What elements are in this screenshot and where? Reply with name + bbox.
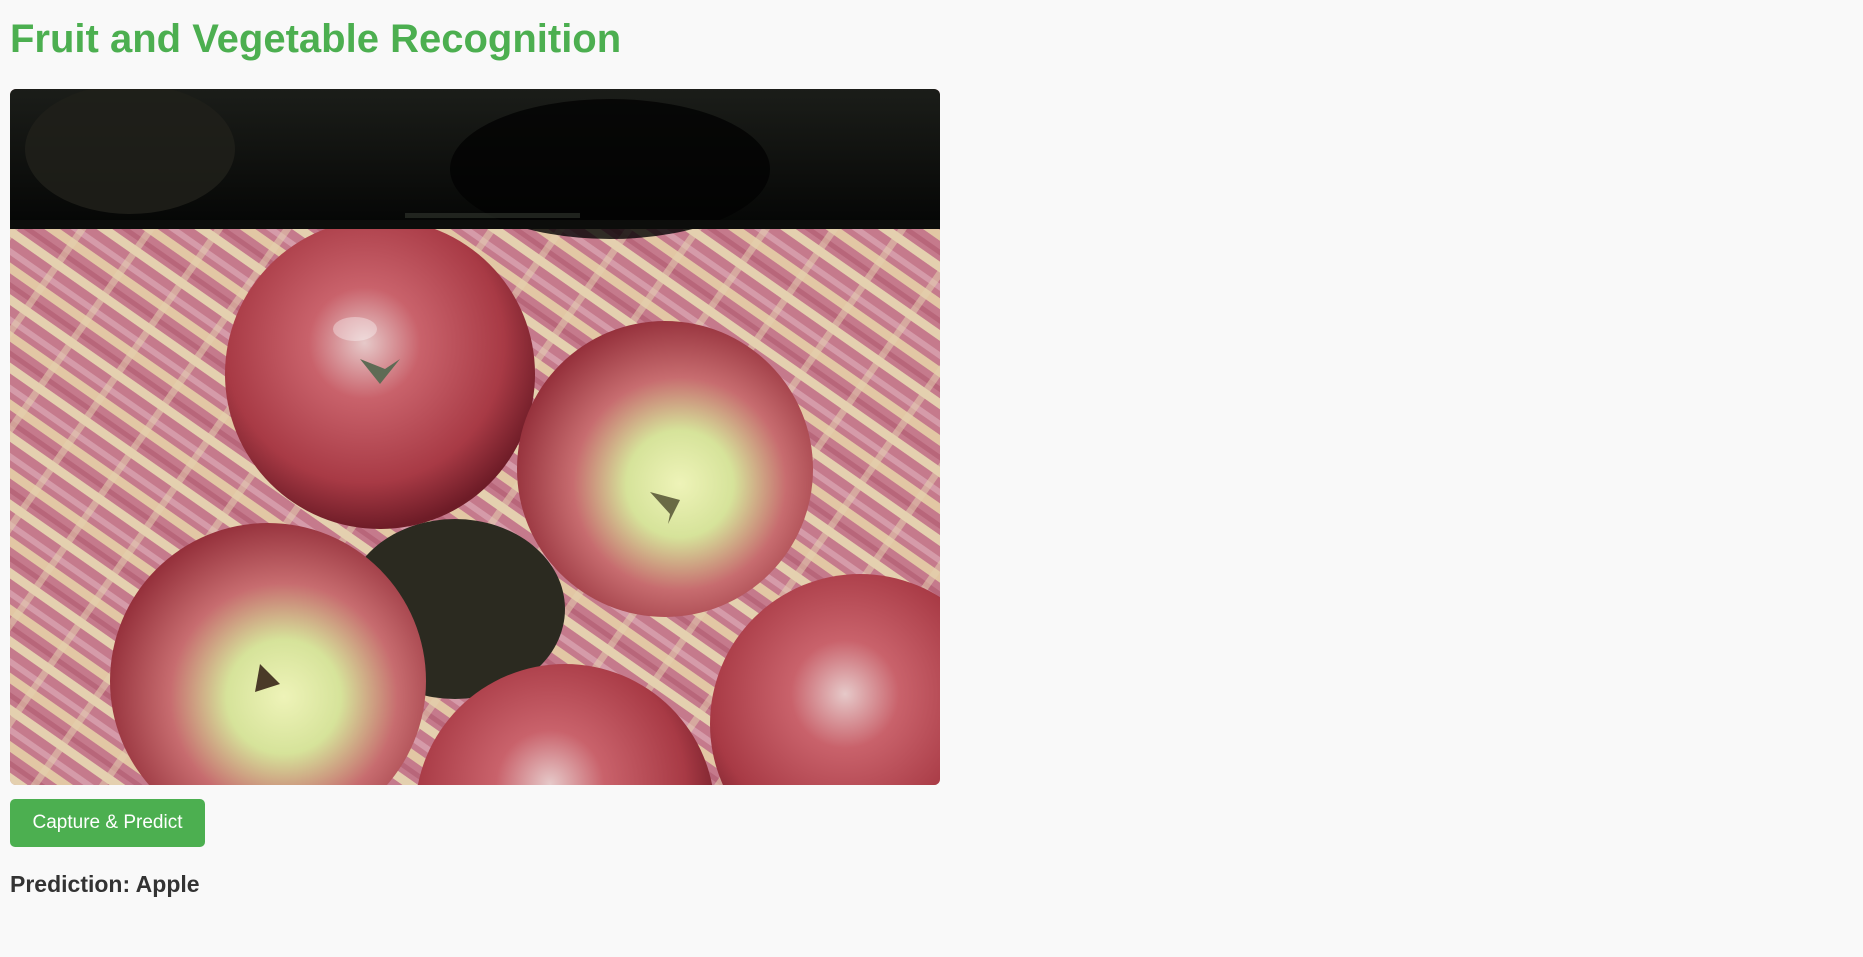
page: Fruit and Vegetable Recognition Capture … bbox=[0, 0, 1863, 957]
page-title: Fruit and Vegetable Recognition bbox=[10, 17, 622, 61]
prediction-result: Prediction: Apple bbox=[10, 871, 200, 897]
camera-frame-image bbox=[10, 89, 940, 785]
capture-predict-button[interactable]: Capture & Predict bbox=[10, 799, 205, 847]
apple-top-left bbox=[225, 219, 535, 529]
camera-feed bbox=[10, 89, 940, 785]
apple-right bbox=[517, 321, 813, 617]
